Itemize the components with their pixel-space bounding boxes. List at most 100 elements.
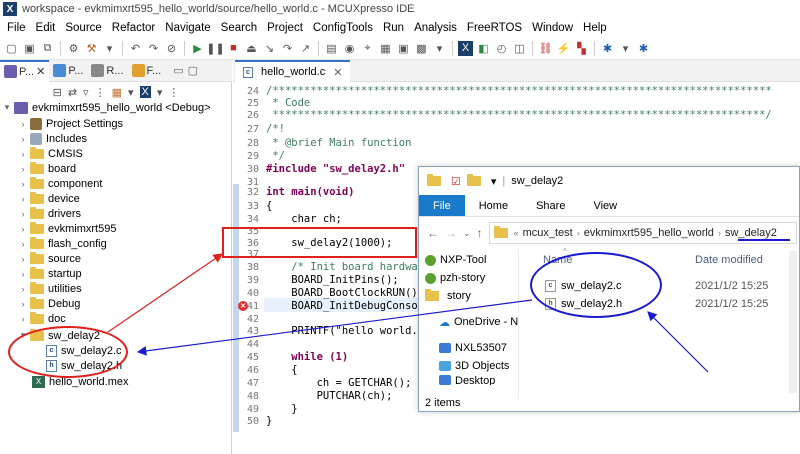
save-icon[interactable]: ▣: [22, 41, 37, 56]
breadcrumb-overflow-icon[interactable]: «: [514, 228, 519, 238]
menu-edit[interactable]: Edit: [31, 22, 61, 34]
menu-search[interactable]: Search: [216, 22, 262, 34]
view-menu-icon[interactable]: ⋮: [95, 86, 106, 99]
menu-window[interactable]: Window: [527, 22, 578, 34]
maximize-icon[interactable]: ▢: [188, 64, 198, 77]
menu-help[interactable]: Help: [578, 22, 612, 34]
nav-item-this-pc[interactable]: NXL53507: [439, 339, 531, 357]
code-line[interactable]: * @brief Main function: [266, 137, 411, 149]
tree-item[interactable]: › component: [18, 176, 102, 191]
tree-item[interactable]: › startup: [18, 266, 82, 281]
code-line[interactable]: BOARD_InitPins();: [266, 274, 398, 286]
board-icon[interactable]: ▚: [574, 41, 589, 56]
menu-refactor[interactable]: Refactor: [107, 22, 160, 34]
recent-dropdown-icon[interactable]: ⌄: [463, 228, 471, 239]
collapse-chevron-icon[interactable]: ›: [18, 239, 28, 249]
pins-icon[interactable]: ◧: [476, 41, 491, 56]
nav-item[interactable]: Desktop: [439, 375, 531, 385]
dropdown-icon[interactable]: ▾: [128, 86, 134, 99]
tree-item[interactable]: › board: [18, 161, 76, 176]
tree-item[interactable]: › CMSIS: [18, 146, 83, 161]
dropdown-icon[interactable]: ▾: [491, 175, 497, 188]
collapse-chevron-icon[interactable]: ›: [18, 149, 28, 159]
nav-item-onedrive[interactable]: ☁ OneDrive - N: [439, 313, 531, 331]
menu-navigate[interactable]: Navigate: [160, 22, 215, 34]
more-icon[interactable]: ⋮: [168, 86, 179, 99]
code-line[interactable]: * Code: [266, 97, 310, 109]
expand-chevron-icon[interactable]: ▾: [2, 102, 12, 113]
debug-icon[interactable]: ✱: [600, 41, 615, 56]
code-line[interactable]: }: [266, 415, 272, 427]
probe-icon[interactable]: ⌖: [360, 41, 375, 56]
nav-item[interactable]: pzh-story: [425, 269, 517, 287]
forward-arrow-icon[interactable]: →: [445, 226, 457, 240]
ribbon-home-tab[interactable]: Home: [465, 195, 522, 216]
code-line[interactable]: #include "sw_delay2.h": [266, 163, 405, 175]
collapse-chevron-icon[interactable]: ›: [18, 224, 28, 234]
run-debug-icon[interactable]: ✱: [636, 41, 651, 56]
tab-hello-world-c[interactable]: c hello_world.c ✕: [235, 60, 351, 82]
skip-breakpoints-icon[interactable]: ⊘: [164, 41, 179, 56]
code-line[interactable]: {: [266, 200, 272, 212]
undo-icon[interactable]: ↶: [128, 41, 143, 56]
code-line[interactable]: BOARD_BootClockRUN();: [266, 287, 424, 299]
dropdown-icon[interactable]: ▾: [157, 86, 163, 99]
tree-item[interactable]: › device: [18, 191, 80, 206]
suspend-icon[interactable]: ❚❚: [206, 41, 224, 56]
link-icon[interactable]: ⛓: [538, 41, 553, 56]
nav-scrollbar[interactable]: [789, 251, 797, 393]
terminate-icon[interactable]: ■: [226, 41, 241, 56]
menu-freertos[interactable]: FreeRTOS: [462, 22, 527, 34]
breadcrumb-project[interactable]: evkmimxrt595_hello_world: [584, 227, 714, 239]
menu-run[interactable]: Run: [378, 22, 409, 34]
collapse-chevron-icon[interactable]: ›: [18, 209, 28, 219]
save-all-icon[interactable]: ⧉: [40, 41, 55, 56]
step-return-icon[interactable]: ↗: [298, 41, 313, 56]
checkmark-icon[interactable]: ☑: [451, 175, 461, 188]
peripherals-icon[interactable]: ◫: [512, 41, 527, 56]
link-editor-icon[interactable]: ⇄: [68, 86, 77, 99]
filter-icon[interactable]: ▿: [83, 86, 89, 99]
code-line[interactable]: /***************************************…: [266, 85, 772, 97]
build-hammer-icon[interactable]: ⚒: [84, 41, 99, 56]
code-line[interactable]: /*!: [266, 123, 285, 135]
settings-icon[interactable]: ⚙: [66, 41, 81, 56]
tree-item[interactable]: › flash_config: [18, 236, 107, 251]
tree-item[interactable]: › doc: [18, 311, 66, 326]
code-line[interactable]: */: [266, 150, 285, 162]
tree-item[interactable]: › Includes: [18, 131, 87, 146]
mcux-icon[interactable]: X: [139, 86, 151, 98]
clean-icon[interactable]: ▾: [102, 41, 117, 56]
tree-project-root[interactable]: ▾ evkmimxrt595_hello_world <Debug>: [2, 100, 211, 115]
collapse-chevron-icon[interactable]: ›: [18, 164, 28, 174]
step-over-icon[interactable]: ↷: [280, 41, 295, 56]
menu-configtools[interactable]: ConfigTools: [308, 22, 378, 34]
nav-item[interactable]: story: [425, 287, 517, 305]
menu-project[interactable]: Project: [262, 22, 308, 34]
collapse-chevron-icon[interactable]: ›: [18, 269, 28, 279]
nav-item[interactable]: NXP-Tool: [425, 251, 517, 269]
collapse-chevron-icon[interactable]: ›: [18, 284, 28, 294]
menu-source[interactable]: Source: [60, 22, 106, 34]
dropdown-icon[interactable]: ▾: [432, 41, 447, 56]
code-line[interactable]: ****************************************…: [266, 109, 771, 121]
code-line[interactable]: ch = GETCHAR();: [266, 377, 412, 389]
minimize-icon[interactable]: ▭: [173, 64, 183, 77]
up-arrow-icon[interactable]: ↑: [477, 226, 483, 240]
tab-faults[interactable]: F...: [128, 60, 166, 82]
tree-item[interactable]: › drivers: [18, 206, 81, 221]
step-into-icon[interactable]: ↘: [262, 41, 277, 56]
breakpoint-icon[interactable]: ◉: [342, 41, 357, 56]
redo-icon[interactable]: ↷: [146, 41, 161, 56]
tab-project-explorer[interactable]: P... ✕: [0, 59, 50, 82]
code-line[interactable]: while (1): [266, 351, 348, 363]
back-arrow-icon[interactable]: ←: [427, 226, 439, 240]
ribbon-file-tab[interactable]: File: [419, 195, 465, 216]
new-icon[interactable]: ▢: [4, 41, 19, 56]
breadcrumb-mcux-test[interactable]: mcux_test: [523, 227, 573, 239]
column-date-modified[interactable]: Date modified: [695, 254, 763, 266]
tab-peripherals[interactable]: P...: [49, 60, 87, 82]
tree-item[interactable]: › Project Settings: [18, 116, 123, 131]
collapse-chevron-icon[interactable]: ›: [18, 134, 28, 144]
terminal-icon[interactable]: ▤: [324, 41, 339, 56]
